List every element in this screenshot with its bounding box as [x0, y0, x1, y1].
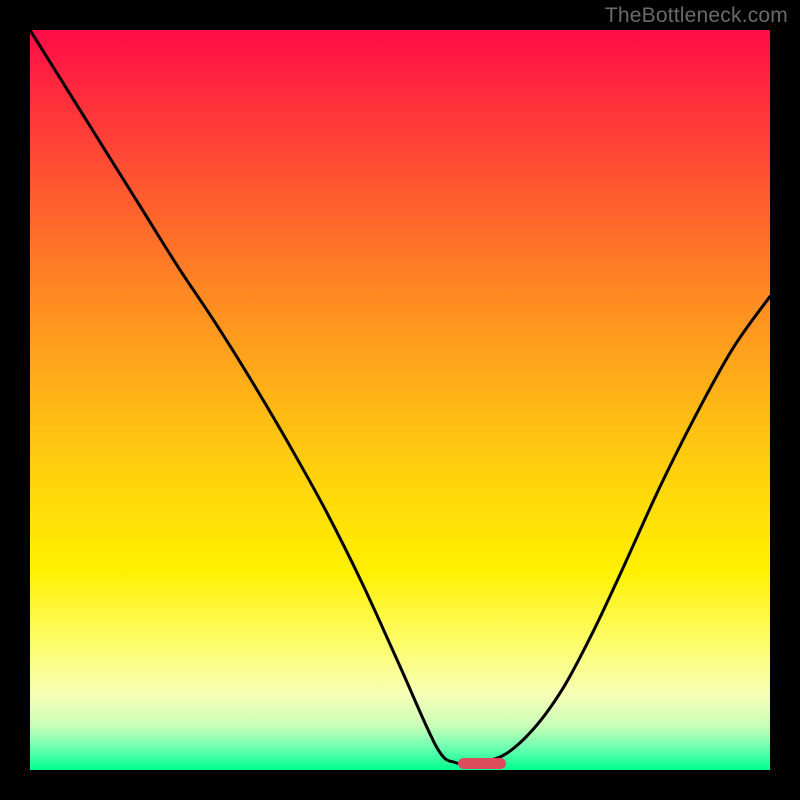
watermark-text: TheBottleneck.com: [605, 4, 788, 28]
bottleneck-curve: [30, 30, 770, 770]
plot-area: [30, 30, 770, 770]
chart-frame: TheBottleneck.com: [0, 0, 800, 800]
optimal-range-marker: [458, 758, 506, 769]
